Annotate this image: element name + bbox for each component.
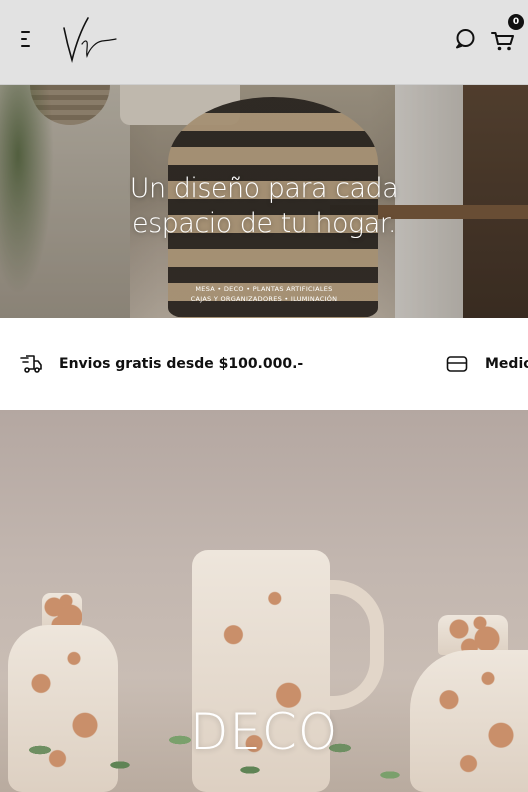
deco-vase-right-neck [438,615,508,655]
deco-category-banner[interactable]: DECO [0,410,528,792]
credit-card-icon [446,356,468,372]
shipping-info-bar: Envios gratis desde $100.000.- Medios [0,318,528,410]
hero-categories-line1: MESA • DECO • PLANTAS ARTIFICIALES [195,285,333,293]
info-item-free-shipping: Envios gratis desde $100.000.- [20,318,303,410]
hamburger-menu-icon[interactable] [18,29,36,49]
hero-title-line1: Un diseño para cada [129,173,399,204]
delivery-truck-icon [20,355,42,373]
brand-logo[interactable] [60,14,118,66]
site-header: 0 [0,0,528,85]
payment-methods-text: Medios [485,356,528,372]
deco-banner-title: DECO [189,703,339,761]
info-item-payment: Medios [446,318,528,410]
chat-search-icon[interactable] [452,26,478,52]
cart-count-badge: 0 [508,14,524,30]
hero-title-line2: espacio de tu hogar. [131,208,397,239]
hero-banner[interactable]: Un diseño para cada espacio de tu hogar.… [0,85,528,318]
hero-categories-line2: CAJAS Y ORGANIZADORES • ILUMINACIÓN [190,295,338,303]
hero-title: Un diseño para cada espacio de tu hogar. [0,171,528,241]
free-shipping-text: Envios gratis desde $100.000.- [59,356,304,372]
